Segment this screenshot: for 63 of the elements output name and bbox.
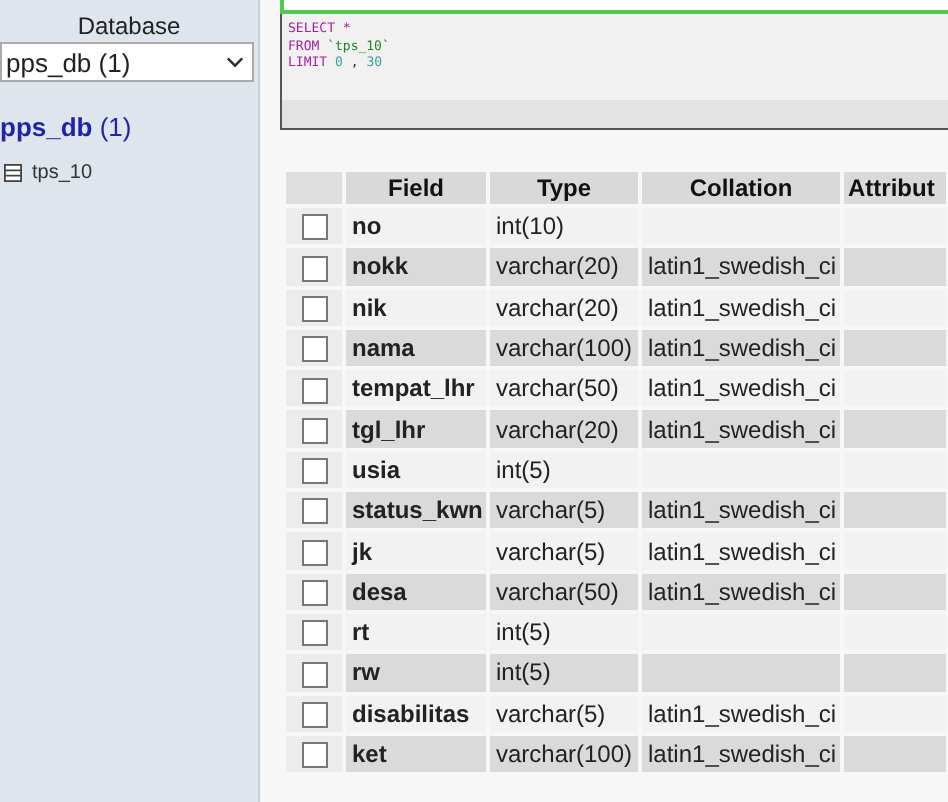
field-name: disabilitas <box>346 695 486 732</box>
table-icon <box>4 164 22 182</box>
table-cell: varchar(50) <box>490 370 638 407</box>
table-cell: latin1_swedish_ci <box>642 532 840 570</box>
column-header: Attribut <box>844 172 946 204</box>
checkbox[interactable] <box>301 214 327 241</box>
field-name: desa <box>346 573 486 610</box>
table-link[interactable]: tps_10 <box>32 162 93 184</box>
checkbox[interactable] <box>301 255 327 282</box>
field-name: nik <box>346 289 486 326</box>
database-label: Database <box>75 12 183 40</box>
field-name: tgl_lhr <box>346 410 486 448</box>
field-name: nama <box>346 329 486 367</box>
field-name: no <box>346 208 486 245</box>
table-cell: int(10) <box>490 208 638 245</box>
table-cell: latin1_swedish_ci <box>642 573 840 610</box>
table-cell: varchar(5) <box>490 532 638 570</box>
table-cell: latin1_swedish_ci <box>642 695 840 732</box>
table-cell: latin1_swedish_ci <box>642 492 840 529</box>
checkbox[interactable] <box>301 742 327 769</box>
checkbox[interactable] <box>301 579 327 606</box>
field-name: rt <box>346 613 486 651</box>
column-header: Type <box>490 172 638 204</box>
field-name: rw <box>346 654 486 692</box>
table-cell: latin1_swedish_ci <box>642 370 840 407</box>
table-cell: int(5) <box>490 654 638 692</box>
table-cell: latin1_swedish_ci <box>642 410 840 448</box>
table-cell: varchar(50) <box>490 573 638 610</box>
checkbox[interactable] <box>301 701 327 728</box>
checkbox[interactable] <box>301 377 327 403</box>
table-cell: latin1_swedish_ci <box>642 735 840 773</box>
header-cell <box>286 172 342 204</box>
table-cell: varchar(20) <box>490 289 638 326</box>
table-cell: varchar(5) <box>490 695 638 732</box>
checkbox[interactable] <box>301 539 327 566</box>
field-name: ket <box>346 735 486 773</box>
field-name: jk <box>346 532 486 570</box>
database-link[interactable]: pps_db (1) <box>0 112 132 142</box>
column-header: Collation <box>642 172 840 204</box>
table-cell: int(5) <box>490 613 638 651</box>
table-cell: varchar(100) <box>490 735 638 773</box>
table-cell: latin1_swedish_ci <box>642 248 840 286</box>
checkbox[interactable] <box>301 458 327 485</box>
checkbox[interactable] <box>301 295 327 322</box>
table-cell: int(5) <box>490 451 638 489</box>
table-cell: latin1_swedish_ci <box>642 329 840 367</box>
checkbox[interactable] <box>301 620 327 647</box>
field-name: nokk <box>346 248 486 286</box>
table-cell: varchar(20) <box>490 410 638 448</box>
table-cell: varchar(20) <box>490 248 638 286</box>
checkbox[interactable] <box>301 336 327 363</box>
table-cell: latin1_swedish_ci <box>642 289 840 326</box>
checkbox[interactable] <box>301 417 327 444</box>
table-cell: varchar(100) <box>490 329 638 367</box>
field-name: usia <box>346 451 486 489</box>
checkbox[interactable] <box>301 498 327 525</box>
database-select[interactable]: pps_db (1) <box>0 42 254 82</box>
field-name: tempat_lhr <box>346 370 486 407</box>
caret-icon <box>226 56 244 68</box>
column-header: Field <box>346 172 486 204</box>
field-name: status_kwn <box>346 492 486 529</box>
checkbox[interactable] <box>301 661 327 688</box>
table-cell: varchar(5) <box>490 492 638 529</box>
